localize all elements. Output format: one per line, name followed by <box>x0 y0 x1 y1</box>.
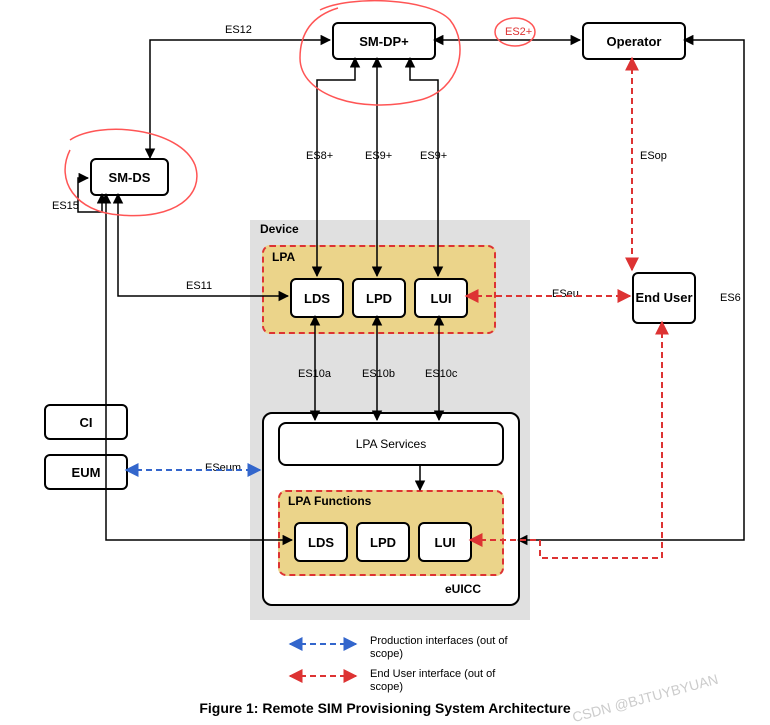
device-label: Device <box>260 222 299 236</box>
es9b-label: ES9+ <box>420 150 447 162</box>
eseu-label: ESeu <box>552 288 579 300</box>
eseum-label: ESeum <box>205 462 241 474</box>
legend-production: Production interfaces (out of scope) <box>370 635 520 661</box>
lui2-box: LUI <box>418 522 472 562</box>
ci-box: CI <box>44 404 128 440</box>
lpa-functions-label: LPA Functions <box>288 494 371 508</box>
smds-box: SM-DS <box>90 158 169 196</box>
diagram-canvas: Device LPA eUICC LPA Services LPA Functi… <box>0 0 770 722</box>
lpd1-box: LPD <box>352 278 406 318</box>
es10b-label: ES10b <box>362 368 395 380</box>
lpa-label: LPA <box>272 250 295 264</box>
watermark: CSDN @BJTUYBYUAN <box>570 671 719 725</box>
operator-box: Operator <box>582 22 686 60</box>
lds2-box: LDS <box>294 522 348 562</box>
smdp-box: SM-DP+ <box>332 22 436 60</box>
lpa-services-box: LPA Services <box>278 422 504 466</box>
es9a-label: ES9+ <box>365 150 392 162</box>
eum-box: EUM <box>44 454 128 490</box>
es10c-label: ES10c <box>425 368 457 380</box>
lpd2-box: LPD <box>356 522 410 562</box>
legend-enduser: End User interface (out of scope) <box>370 668 520 694</box>
esop-label: ESop <box>640 150 667 162</box>
es15-label: ES15 <box>52 200 79 212</box>
es10a-label: ES10a <box>298 368 331 380</box>
lds1-box: LDS <box>290 278 344 318</box>
es8-label: ES8+ <box>306 150 333 162</box>
es2p-label: ES2+ <box>505 26 532 38</box>
es11-label: ES11 <box>186 280 212 292</box>
es6-label: ES6 <box>720 292 741 304</box>
enduser-box: End User <box>632 272 696 324</box>
lui1-box: LUI <box>414 278 468 318</box>
es12-label: ES12 <box>225 24 252 36</box>
euicc-label: eUICC <box>445 582 481 596</box>
